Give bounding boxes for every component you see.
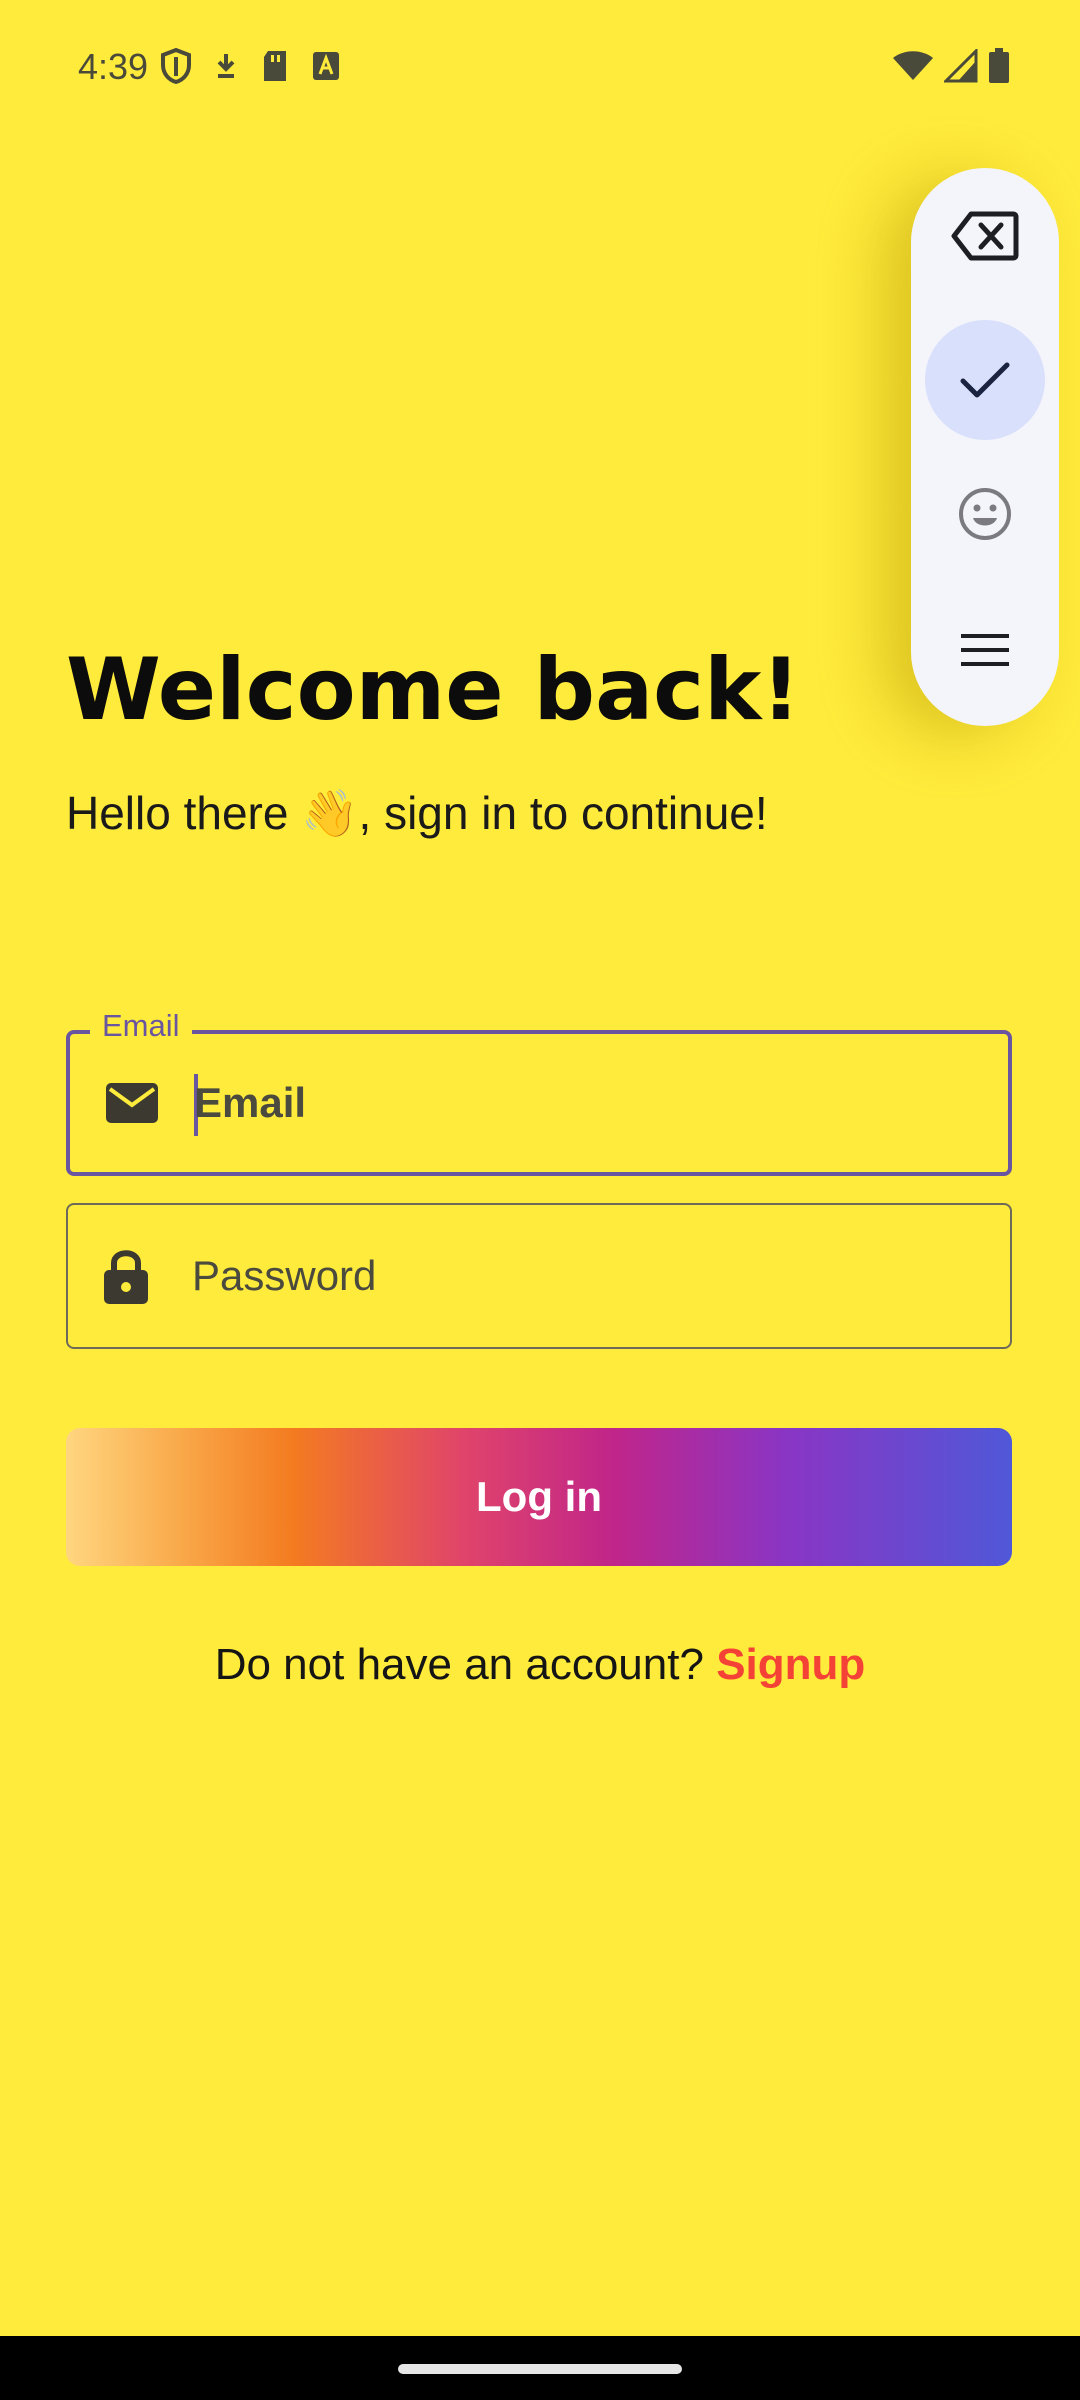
menu-button[interactable] — [925, 590, 1045, 710]
emoji-button[interactable] — [925, 454, 1045, 574]
email-field[interactable]: Email Email — [66, 1008, 1012, 1176]
floating-keyboard-toolbar — [911, 168, 1059, 726]
email-field-label: Email — [90, 1008, 192, 1044]
signup-prompt: Do not have an account? — [214, 1640, 704, 1689]
sd-card-icon — [264, 51, 286, 81]
status-bar: 4:39 — [0, 0, 1080, 135]
email-input[interactable]: Email — [194, 1079, 306, 1127]
status-icons-left — [160, 48, 340, 84]
backspace-icon — [951, 211, 1019, 261]
font-a-icon — [313, 52, 339, 80]
emoji-icon — [959, 488, 1011, 540]
signal-icon — [944, 49, 978, 83]
download-icon — [217, 54, 235, 78]
check-button[interactable] — [925, 320, 1045, 440]
shield-icon — [161, 48, 191, 84]
backspace-button[interactable] — [925, 176, 1045, 296]
page-title: Welcome back! — [66, 640, 801, 740]
lock-icon — [104, 1250, 148, 1304]
page-subtitle: Hello there 👋, sign in to continue! — [66, 787, 768, 839]
signup-row: Do not have an account? Signup — [0, 1640, 1080, 1690]
mail-icon — [106, 1083, 158, 1123]
status-icons-right — [892, 48, 1010, 84]
wifi-icon — [893, 51, 933, 80]
password-field[interactable]: Password — [66, 1203, 1012, 1349]
status-time: 4:39 — [78, 46, 149, 87]
menu-icon — [961, 634, 1009, 666]
login-button[interactable]: Log in — [66, 1428, 1012, 1566]
signup-link[interactable]: Signup — [716, 1640, 865, 1689]
password-input[interactable]: Password — [192, 1252, 376, 1300]
check-icon — [960, 362, 1010, 398]
login-button-label: Log in — [476, 1473, 602, 1520]
battery-icon — [989, 48, 1009, 83]
home-gesture-pill[interactable] — [398, 2364, 682, 2374]
